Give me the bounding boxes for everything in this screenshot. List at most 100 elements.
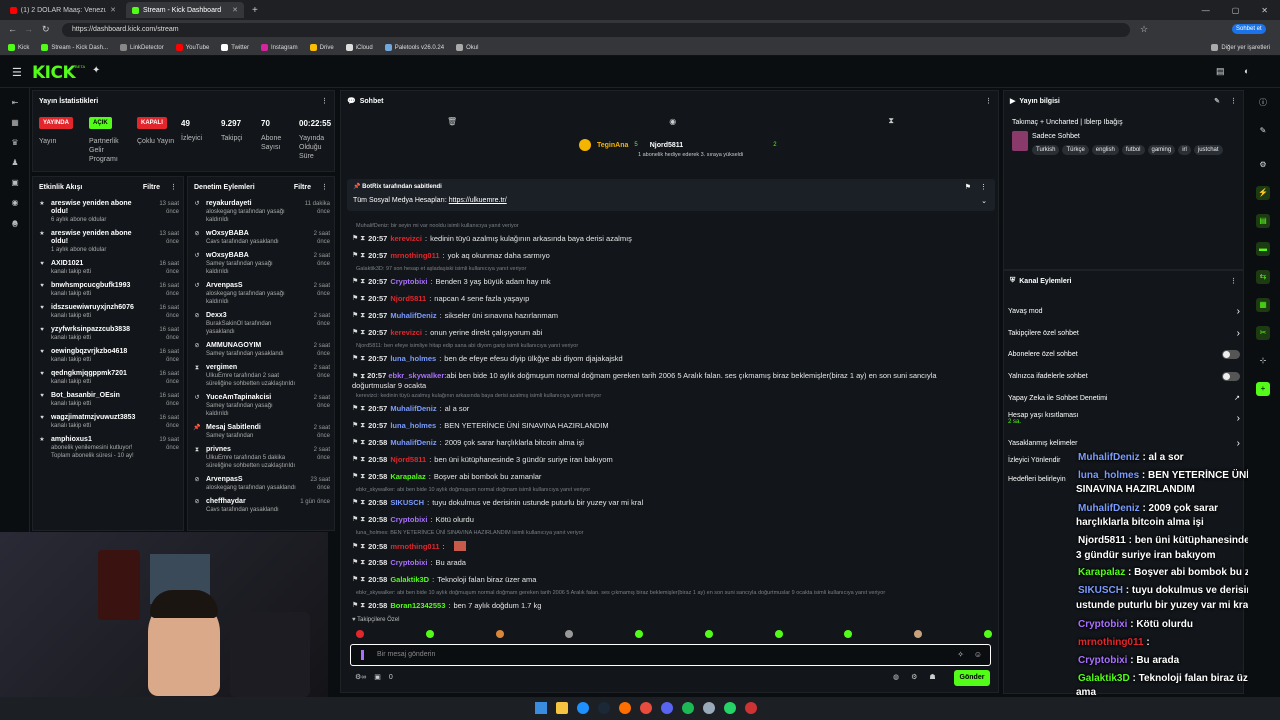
moderation-item[interactable]: ↺ reyakurdayeti aloskegang tarafından yasa… <box>188 197 334 227</box>
more-icon[interactable]: ⋮ <box>985 97 992 105</box>
activity-item[interactable]: ♥ wagzjimatmzjvuwuzt3853 kanalı takip etti… <box>33 411 183 433</box>
channel-action[interactable]: Yasaklanmış kelimeler › <box>1008 438 1240 449</box>
collapse-icon[interactable]: ⇤ <box>10 98 20 108</box>
bookmark-youtube[interactable]: YouTube <box>175 44 209 51</box>
table-icon[interactable]: ▦ <box>1256 298 1270 312</box>
new-tab-button[interactable]: + <box>252 5 258 16</box>
emote-icon[interactable] <box>844 630 853 638</box>
chat-message[interactable]: ⚑ ⧗ 20:57 MuhalifDeniz: al a sor <box>352 404 469 413</box>
message-username[interactable]: SIKUSCH <box>390 498 424 507</box>
share-icon[interactable]: ⊹ <box>1256 354 1270 368</box>
message-username[interactable]: Boran12342553 <box>390 601 445 610</box>
moderation-item[interactable]: ⧗ privnes UlkuEmre tarafından 5 dakika sür… <box>188 443 334 473</box>
chevron-right-icon[interactable]: › <box>1237 328 1240 339</box>
tag-chip[interactable]: justchat <box>1193 145 1223 155</box>
channel-action[interactable]: Takipçilere özel sohbet › <box>1008 328 1240 339</box>
message-username[interactable]: Cryptobixi <box>390 515 427 524</box>
emote-icon[interactable] <box>914 630 923 638</box>
moderation-item[interactable]: 📌 Mesaj Sabitlendi Samey tarafından 2 saat … <box>188 421 334 443</box>
user-menu-icon[interactable]: ◐ <box>1244 66 1249 76</box>
message-username[interactable]: MuhalifDeniz <box>390 311 436 320</box>
app-icon[interactable] <box>703 702 715 714</box>
moderation-item[interactable]: ⊘ wOxsyBABA Cavs tarafından yasaklandı 2 sa… <box>188 227 334 249</box>
chat-message[interactable]: ⚑ ⧗ 20:57 luna_holmes: ben de efeye efesu… <box>352 354 623 363</box>
message-username[interactable]: MuhalifDeniz <box>390 404 436 413</box>
gear-icon[interactable]: ⚙ <box>911 673 917 681</box>
whatsapp-icon[interactable] <box>724 702 736 714</box>
emote-icon[interactable] <box>983 630 992 638</box>
bookmark-kick[interactable]: Kick <box>8 44 29 51</box>
chat-message[interactable]: ⚑ ⧗ 20:57 ebkr_skywalker:abi ben bide 10… <box>352 371 972 390</box>
money-icon[interactable]: ▣ <box>10 178 20 188</box>
minimize-icon[interactable]: — <box>1202 6 1210 15</box>
mod-icon[interactable]: ☗ <box>929 673 935 681</box>
url-field[interactable]: https://dashboard.kick.com/stream <box>62 23 1130 37</box>
poll-icon[interactable]: ⚙ <box>1256 158 1270 172</box>
bookmark-instagram[interactable]: Instagram <box>260 44 298 51</box>
moderation-item[interactable]: ⊘ Dexx3 BurakSakinOl tarafından yasaklandı… <box>188 309 334 339</box>
add-widget-icon[interactable]: + <box>1256 382 1270 396</box>
filter-button[interactable]: Filtre <box>294 184 311 191</box>
chat-input[interactable]: Bir mesaj gönderin ✧ ☺ <box>350 644 991 666</box>
pin-action-icon[interactable]: ⚑ ⧗ <box>352 455 365 464</box>
maximize-icon[interactable]: ▢ <box>1232 6 1240 15</box>
message-username[interactable]: Njord5811 <box>390 455 426 464</box>
magic-icon[interactable]: ✧ <box>957 650 964 659</box>
channel-action[interactable]: Yapay Zeka ile Sohbet Denetimi ↗ <box>1008 394 1240 403</box>
channel-action[interactable]: Hesap yaşı kısıtlaması 2 sa. › <box>1008 412 1240 425</box>
toggle-switch[interactable] <box>1222 350 1240 359</box>
moderation-item[interactable]: ↺ YuceAmTapinakcisi Samey tarafından yasağ… <box>188 391 334 421</box>
send-button[interactable]: Gönder <box>954 670 990 686</box>
emote-icon[interactable] <box>774 630 783 638</box>
chat-bubble-icon[interactable]: ◉ <box>669 117 676 126</box>
edit-icon[interactable]: ✎ <box>1256 124 1270 138</box>
kick-logo[interactable]: KICK <box>32 63 76 83</box>
chat-message[interactable]: ⚑ ⧗ 20:58 mrnothing011: <box>352 541 466 551</box>
gear-icon[interactable]: ⚙ <box>10 220 20 230</box>
windows-start-icon[interactable] <box>535 702 547 714</box>
message-username[interactable]: luna_holmes <box>390 354 436 363</box>
pin-action-icon[interactable]: ⚑ ⧗ <box>352 438 365 447</box>
activity-item[interactable]: ★ areswise yeniden abone oldu! 1 aylık abo… <box>33 227 183 257</box>
activity-item[interactable]: ♥ qedngkmjqgppmk7201 kanalı takip etti 16 s… <box>33 367 183 389</box>
channel-action[interactable]: Yalnızca ifadelerle sohbet <box>1008 372 1240 381</box>
chat-message[interactable]: ⚑ ⧗ 20:58 Cryptobixi: Kötü olurdu <box>352 515 474 524</box>
spotify-icon[interactable] <box>682 702 694 714</box>
message-username[interactable]: Cryptobixi <box>390 277 427 286</box>
forward-icon[interactable]: → <box>24 24 33 34</box>
activity-item[interactable]: ★ amphioxus1 abonelik yenilemesini kutluyo… <box>33 433 183 463</box>
emote-icon[interactable] <box>425 630 434 638</box>
pin-action-icon[interactable]: ⚑ ⧗ <box>352 354 365 363</box>
file-explorer-icon[interactable] <box>556 702 568 714</box>
toggle-switch[interactable] <box>1222 372 1240 381</box>
pin-action-icon[interactable]: ⚑ ⧗ <box>352 328 365 337</box>
channel-action[interactable]: Yavaş mod › <box>1008 306 1240 317</box>
emoji-icon[interactable]: ☺ <box>974 650 982 659</box>
bookmark-twitter[interactable]: Twitter <box>221 44 249 51</box>
moderation-item[interactable]: ⧗ vergimen UlkuEmre tarafından 2 saat süre… <box>188 361 334 391</box>
moderation-item[interactable]: ⊘ cheffhaydar Cavs tarafından yasaklandı 1 … <box>188 495 334 517</box>
browser-tab-kick[interactable]: Stream - Kick Dashboard ✕ <box>126 2 244 18</box>
bookmark-other[interactable]: Diğer yer işaretleri <box>1211 44 1280 51</box>
emote-icon[interactable] <box>704 630 713 638</box>
chat-message[interactable]: ⚑ ⧗ 20:58 Njord5811: ben üni kütüphanesin… <box>352 455 613 464</box>
activity-item[interactable]: ♥ idszsuewiwruyxjnzh6076 kanalı takip etti… <box>33 301 183 323</box>
more-icon[interactable]: ⋮ <box>980 183 987 191</box>
message-username[interactable]: kerevizci <box>390 328 422 337</box>
more-icon[interactable]: ⋮ <box>170 183 177 191</box>
community-icon[interactable]: ♟ <box>10 158 20 168</box>
chat-message[interactable]: ⚑ ⧗ 20:57 luna_holmes: BEN YETERİNCE ÜNİ … <box>352 421 609 430</box>
copy-icon[interactable]: ▤ <box>1256 214 1270 228</box>
chat-icon[interactable]: ▬ <box>1256 242 1270 256</box>
edge-icon[interactable] <box>577 702 589 714</box>
pin-icon[interactable]: ✦ <box>92 65 100 76</box>
pin-action-icon[interactable]: ⚑ ⧗ <box>352 558 365 567</box>
steam-icon[interactable] <box>598 702 610 714</box>
dashboard-icon[interactable]: ▦ <box>10 118 20 128</box>
chat-message[interactable]: ⚑ ⧗ 20:58 Karapalaz: Boşver abi bombok bu… <box>352 472 541 481</box>
chat-message[interactable]: ⚑ ⧗ 20:58 MuhalifDeniz:2009 çok sarar ha… <box>352 438 584 447</box>
message-username[interactable]: mrnothing011 <box>390 542 439 551</box>
channel-action[interactable]: Abonelere özel sohbet <box>1008 350 1240 359</box>
reload-icon[interactable]: ↻ <box>42 24 50 35</box>
hourglass-icon[interactable]: ⧗ <box>888 116 894 126</box>
